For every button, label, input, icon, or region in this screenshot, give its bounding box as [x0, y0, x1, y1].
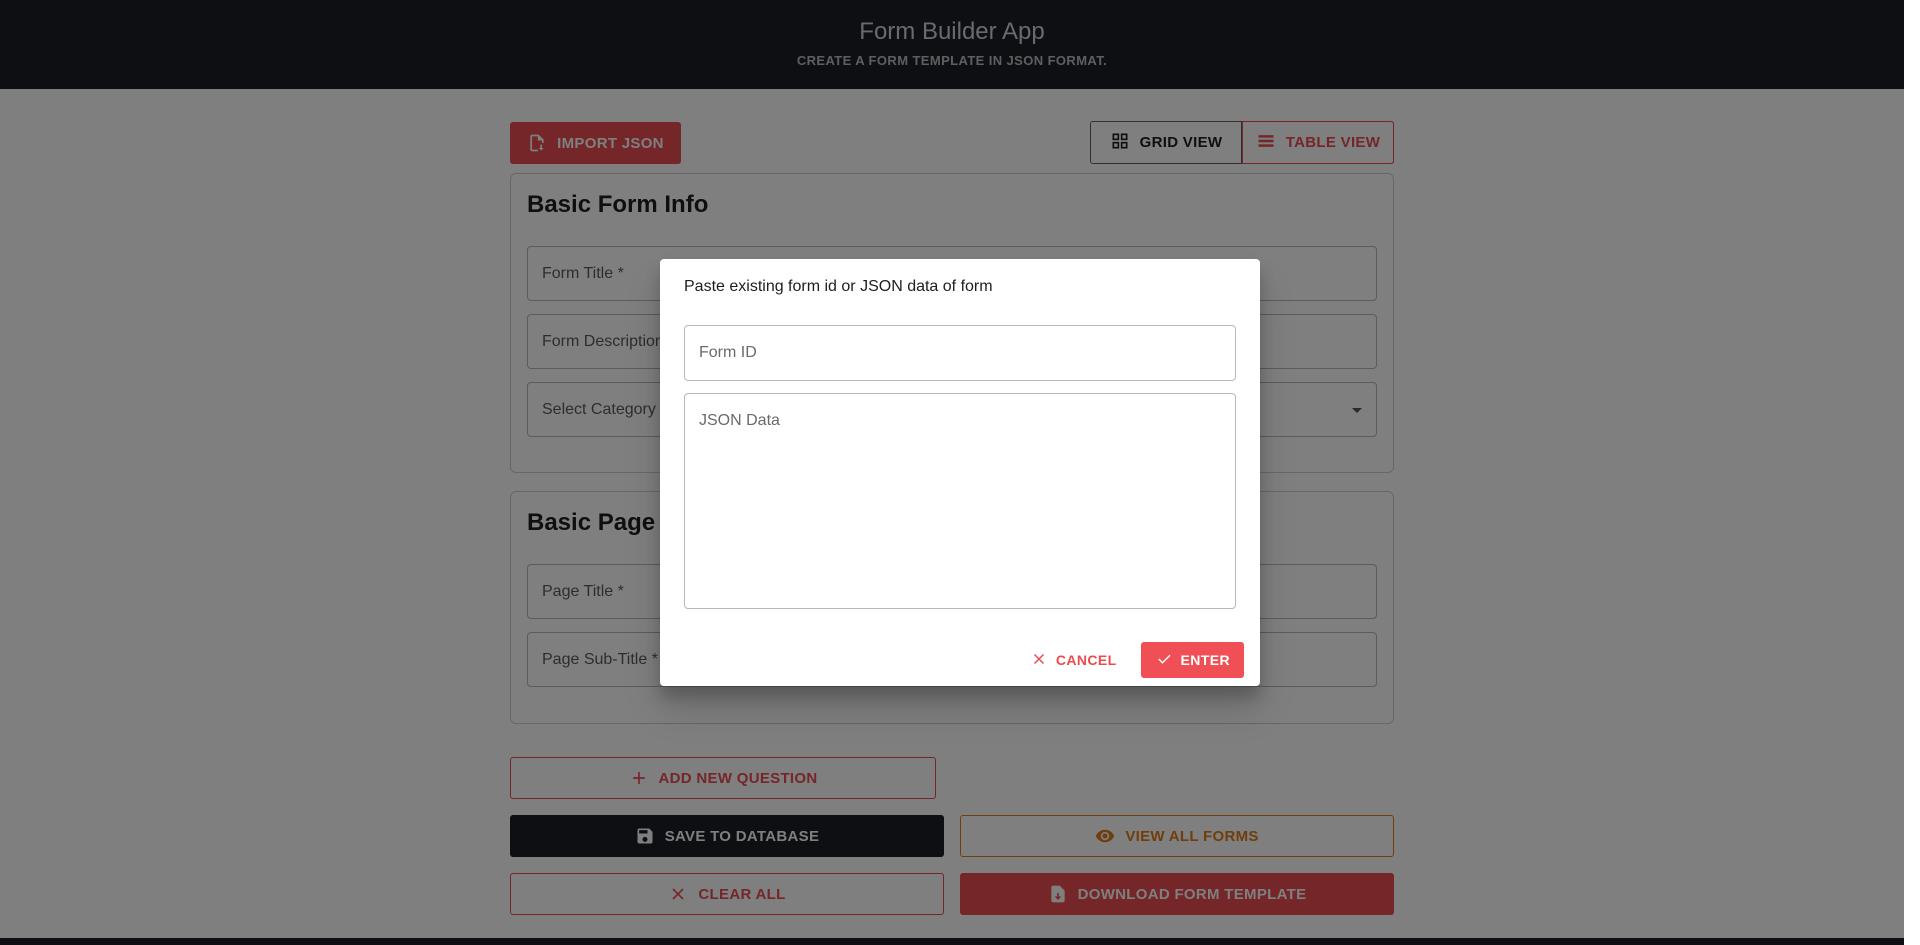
scrollbar-track[interactable]	[1904, 0, 1920, 945]
dialog-actions: CANCEL ENTER	[1016, 642, 1244, 678]
dialog-title: Paste existing form id or JSON data of f…	[684, 278, 993, 295]
close-icon	[1030, 650, 1048, 671]
form-id-input[interactable]: Form ID	[684, 325, 1236, 381]
json-data-textarea[interactable]: JSON Data	[684, 393, 1236, 609]
enter-button[interactable]: ENTER	[1140, 642, 1244, 678]
import-dialog: Paste existing form id or JSON data of f…	[660, 259, 1260, 686]
enter-label: ENTER	[1180, 652, 1230, 668]
cancel-button[interactable]: CANCEL	[1016, 642, 1131, 678]
check-icon	[1155, 650, 1173, 671]
form-id-placeholder: Form ID	[699, 344, 757, 361]
json-data-placeholder: JSON Data	[699, 412, 780, 429]
cancel-label: CANCEL	[1055, 652, 1117, 668]
